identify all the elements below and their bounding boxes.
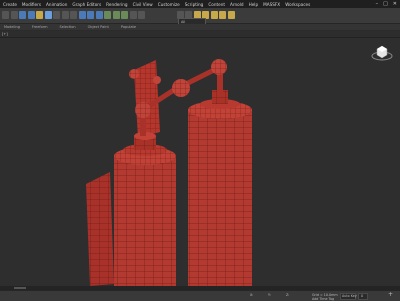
coord-y-label: Y: [268, 292, 271, 297]
window-controls: – □ ✕ [376, 1, 397, 7]
status-bar: X: Y: Z: Grid = 10.0mm Add Time Tag Auto… [0, 290, 400, 301]
redo-icon[interactable] [10, 11, 18, 19]
snap-icon[interactable] [104, 11, 111, 19]
main-toolbar: All [0, 8, 400, 27]
back-plate [86, 172, 114, 286]
scale-icon[interactable] [95, 11, 103, 19]
menu-item-help[interactable]: Help [249, 2, 259, 7]
ribbon-tab-selection[interactable]: Selection [60, 25, 76, 29]
model-render [86, 59, 252, 288]
move-icon[interactable] [78, 11, 86, 19]
time-slider-handle[interactable] [14, 287, 26, 289]
menu-item-customize[interactable]: Customize [158, 2, 180, 7]
ribbon-tabs: Modeling Freeform Selection Object Paint Pop… [0, 24, 400, 30]
select-icon[interactable] [44, 11, 52, 19]
ribbon-tab-object-paint[interactable]: Object Paint [88, 25, 109, 29]
bind-icon[interactable] [36, 11, 43, 19]
ribbon-tab-freeform[interactable]: Freeform [32, 25, 48, 29]
add-icon[interactable]: + [388, 291, 393, 298]
menu-item-animation[interactable]: Animation [46, 2, 67, 7]
close-button[interactable]: ✕ [393, 1, 397, 7]
viewcube-icon[interactable] [371, 43, 393, 61]
perspective-viewport[interactable] [0, 38, 400, 288]
minimize-button[interactable]: – [376, 1, 379, 7]
menu-item-graph-editors[interactable]: Graph Editors [72, 2, 101, 7]
menu-item-civil-view[interactable]: Civil View [133, 2, 153, 7]
window-crossing-icon[interactable] [70, 11, 77, 19]
select-by-name-icon[interactable] [53, 11, 60, 19]
rotate-icon[interactable] [87, 11, 94, 19]
left-cylinder [114, 132, 176, 288]
menu-item-scripting[interactable]: Scripting [185, 2, 204, 7]
rect-region-icon[interactable] [61, 11, 69, 19]
menu-bar: Create Modifiers Animation Graph Editors Ren… [0, 0, 400, 8]
menu-item-massfx[interactable]: MASSFX [263, 2, 280, 7]
render-setup-icon[interactable] [210, 11, 218, 19]
menu-item-rendering[interactable]: Rendering [106, 2, 127, 7]
percent-snap-icon[interactable] [121, 11, 128, 19]
render-frame-icon[interactable] [219, 11, 226, 19]
undo-icon[interactable] [2, 11, 9, 19]
right-cylinder [188, 90, 252, 288]
angle-snap-icon[interactable] [112, 11, 120, 19]
menu-item-modifiers[interactable]: Modifiers [22, 2, 41, 7]
viewport-label[interactable]: [+] [2, 32, 8, 36]
render-icon[interactable] [227, 11, 235, 19]
coord-z-label: Z: [286, 292, 290, 297]
menu-item-content[interactable]: Content [208, 2, 225, 7]
viewcube[interactable] [371, 43, 393, 62]
menu-item-arnold[interactable]: Arnold [230, 2, 244, 7]
main-menu: Create Modifiers Animation Graph Editors Ren… [0, 2, 310, 7]
maximize-button[interactable]: □ [383, 1, 388, 7]
unlink-icon[interactable] [27, 11, 35, 19]
menu-item-create[interactable]: Create [3, 2, 17, 7]
ribbon-tab-populate[interactable]: Populate [121, 25, 136, 29]
auto-key-button[interactable]: Auto Key [340, 293, 357, 300]
viewport-header: [+] [0, 31, 400, 38]
mirror-icon[interactable] [129, 11, 137, 19]
frame-field[interactable]: 0 [358, 293, 368, 300]
menu-item-workspaces[interactable]: Workspaces [285, 2, 310, 7]
link-icon[interactable] [19, 11, 26, 19]
ribbon-tab-modeling[interactable]: Modeling [4, 25, 20, 29]
coord-x-label: X: [250, 292, 254, 297]
align-icon[interactable] [138, 11, 145, 19]
